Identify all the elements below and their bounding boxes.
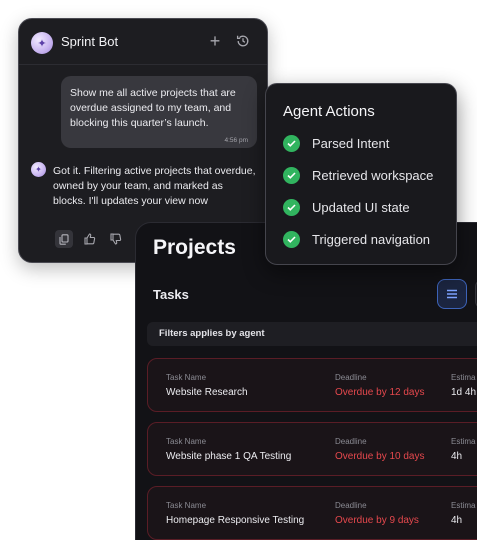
- check-circle-icon: [283, 198, 300, 216]
- task-deadline: Overdue by 12 days: [335, 387, 425, 398]
- filters-bar: Filters applies by agent: [147, 322, 477, 346]
- check-circle-icon: [283, 230, 300, 248]
- message-timestamp: 4:56 pm: [224, 137, 249, 144]
- task-name: Homepage Responsive Testing: [166, 515, 305, 526]
- agent-step: Parsed Intent: [283, 134, 389, 152]
- user-message-text: Show me all active projects that are ove…: [70, 87, 236, 129]
- thumbs-down-icon[interactable]: [107, 230, 125, 248]
- task-row[interactable]: Task Name Website phase 1 QA Testing Dea…: [147, 422, 477, 476]
- column-header-deadline: Deadline: [335, 373, 367, 382]
- bot-avatar-icon: ✦: [31, 162, 46, 177]
- column-header-deadline: Deadline: [335, 437, 367, 446]
- task-row[interactable]: Task Name Homepage Responsive Testing De…: [147, 486, 477, 540]
- column-header-task-name: Task Name: [166, 501, 207, 510]
- column-header-estimate: Estima: [451, 501, 476, 510]
- column-header-task-name: Task Name: [166, 373, 207, 382]
- column-header-estimate: Estima: [451, 437, 476, 446]
- agent-step-label: Updated UI state: [312, 199, 410, 215]
- chat-header: ✦ Sprint Bot +: [19, 19, 267, 65]
- check-circle-icon: [283, 134, 300, 152]
- message-actions: [55, 230, 125, 248]
- agent-actions-panel: Agent Actions Parsed Intent Retrieved wo…: [265, 83, 457, 265]
- tasks-heading: Tasks: [153, 287, 189, 302]
- task-estimate: 1d 4h: [451, 387, 477, 398]
- history-icon[interactable]: [233, 31, 253, 51]
- page-title: Projects: [153, 236, 236, 259]
- agent-step-label: Parsed Intent: [312, 135, 390, 151]
- task-name: Website Research: [166, 387, 248, 398]
- agent-step: Updated UI state: [283, 198, 410, 216]
- check-circle-icon: [283, 166, 300, 184]
- chat-title: Sprint Bot: [61, 34, 119, 49]
- agent-step-label: Triggered navigation: [312, 231, 431, 247]
- projects-panel: Projects Tasks Filters applies by agent …: [135, 222, 477, 540]
- bot-message-text: Got it. Filtering active projects that o…: [53, 165, 256, 207]
- agent-step: Retrieved workspace: [283, 166, 433, 184]
- task-deadline: Overdue by 10 days: [335, 451, 425, 462]
- task-estimate: 4h: [451, 451, 463, 462]
- plus-icon[interactable]: +: [205, 31, 225, 51]
- agent-step-label: Retrieved workspace: [312, 167, 434, 183]
- agent-actions-title: Agent Actions: [283, 103, 375, 120]
- task-deadline: Overdue by 9 days: [335, 515, 419, 526]
- task-name: Website phase 1 QA Testing: [166, 451, 292, 462]
- column-header-estimate: Estima: [451, 373, 476, 382]
- copy-icon[interactable]: [55, 230, 73, 248]
- task-row[interactable]: Task Name Website Research Deadline Over…: [147, 358, 477, 412]
- task-estimate: 4h: [451, 515, 463, 526]
- thumbs-up-icon[interactable]: [81, 230, 99, 248]
- list-view-icon[interactable]: [437, 279, 467, 309]
- column-header-deadline: Deadline: [335, 501, 367, 510]
- sparkle-icon: ✦: [31, 32, 53, 54]
- agent-step: Triggered navigation: [283, 230, 430, 248]
- column-header-task-name: Task Name: [166, 437, 207, 446]
- user-message-bubble: Show me all active projects that are ove…: [61, 76, 257, 148]
